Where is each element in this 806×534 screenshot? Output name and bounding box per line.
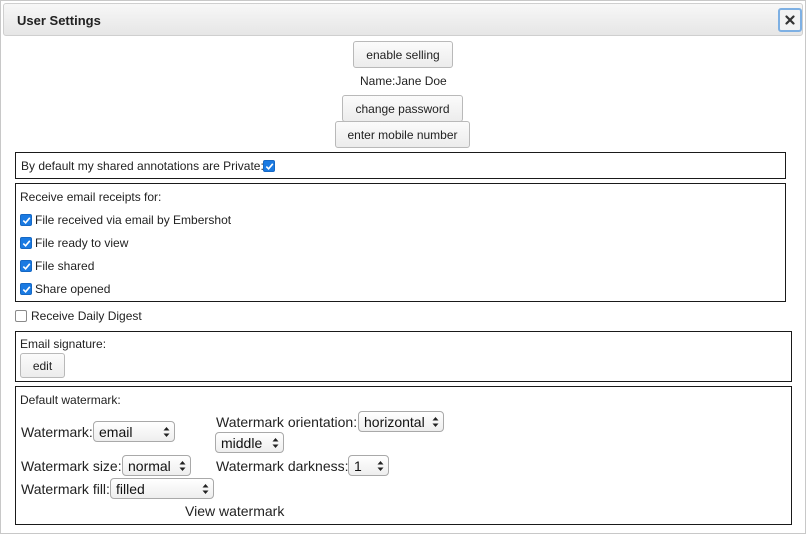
view-watermark-link[interactable]: View watermark (185, 503, 284, 519)
enter-mobile-number-button[interactable]: enter mobile number (335, 121, 470, 148)
dialog-titlebar: User Settings (3, 3, 803, 36)
daily-digest-checkbox[interactable] (15, 310, 27, 322)
dialog-title: User Settings (17, 13, 101, 28)
checkmark-icon (22, 217, 31, 224)
email-signature-heading: Email signature: (20, 337, 107, 351)
email-receipts-section: Receive email receipts for: File receive… (15, 183, 786, 302)
change-password-button[interactable]: change password (342, 95, 463, 122)
user-settings-dialog: User Settings enable selling Name:Jane D… (0, 0, 806, 534)
chevron-up-down-icon (377, 460, 384, 471)
chevron-up-down-icon (202, 483, 209, 494)
edit-signature-button[interactable]: edit (20, 353, 65, 378)
chevron-up-down-icon (163, 426, 170, 437)
watermark-size-select[interactable]: normal (122, 455, 191, 476)
annotations-privacy-section: By default my shared annotations are Pri… (15, 152, 786, 179)
checkmark-icon (22, 240, 31, 247)
watermark-orientation-value: horizontal (364, 413, 425, 430)
watermark-fill-value: filled (116, 480, 145, 497)
annotations-private-label: By default my shared annotations are Pri… (21, 159, 264, 173)
watermark-darkness-label: Watermark darkness: (216, 458, 349, 474)
watermark-type-label: Watermark: (21, 424, 93, 440)
receipt-checkbox-file-ready[interactable] (20, 237, 32, 249)
watermark-fill-select[interactable]: filled (110, 478, 214, 499)
watermark-fill-label: Watermark fill: (21, 481, 110, 497)
enable-selling-button[interactable]: enable selling (353, 41, 453, 68)
email-signature-section: Email signature: edit (15, 331, 792, 382)
annotations-private-checkbox[interactable] (263, 160, 275, 172)
chevron-up-down-icon (432, 416, 439, 427)
receipt-checkbox-file-received[interactable] (20, 214, 32, 226)
close-button[interactable] (778, 8, 802, 32)
default-watermark-heading: Default watermark: (20, 393, 121, 407)
checkmark-icon (265, 163, 274, 170)
watermark-orientation-select[interactable]: horizontal (358, 411, 444, 432)
daily-digest-label: Receive Daily Digest (31, 309, 142, 323)
close-icon (785, 15, 795, 25)
watermark-darkness-select[interactable]: 1 (348, 455, 389, 476)
receipt-label-file-ready: File ready to view (35, 236, 129, 250)
receipt-label-share-opened: Share opened (35, 282, 111, 296)
watermark-position-select[interactable]: middle (215, 432, 284, 453)
watermark-darkness-value: 1 (354, 457, 362, 474)
checkmark-icon (22, 263, 31, 270)
watermark-size-value: normal (128, 457, 171, 474)
watermark-type-select[interactable]: email (93, 421, 175, 442)
receipt-checkbox-file-shared[interactable] (20, 260, 32, 272)
receipt-label-file-shared: File shared (35, 259, 95, 273)
default-watermark-section: Default watermark: Watermark: email Wate… (15, 386, 792, 525)
email-receipts-heading: Receive email receipts for: (20, 190, 162, 204)
watermark-size-label: Watermark size: (21, 458, 122, 474)
receipt-checkbox-share-opened[interactable] (20, 283, 32, 295)
chevron-up-down-icon (179, 460, 186, 471)
watermark-orientation-label: Watermark orientation: (216, 414, 358, 430)
receipt-label-file-received: File received via email by Embershot (35, 213, 232, 227)
watermark-type-value: email (99, 423, 133, 440)
account-name: Name:Jane Doe (360, 74, 447, 88)
chevron-up-down-icon (272, 437, 279, 448)
watermark-position-value: middle (221, 434, 263, 451)
checkmark-icon (22, 286, 31, 293)
